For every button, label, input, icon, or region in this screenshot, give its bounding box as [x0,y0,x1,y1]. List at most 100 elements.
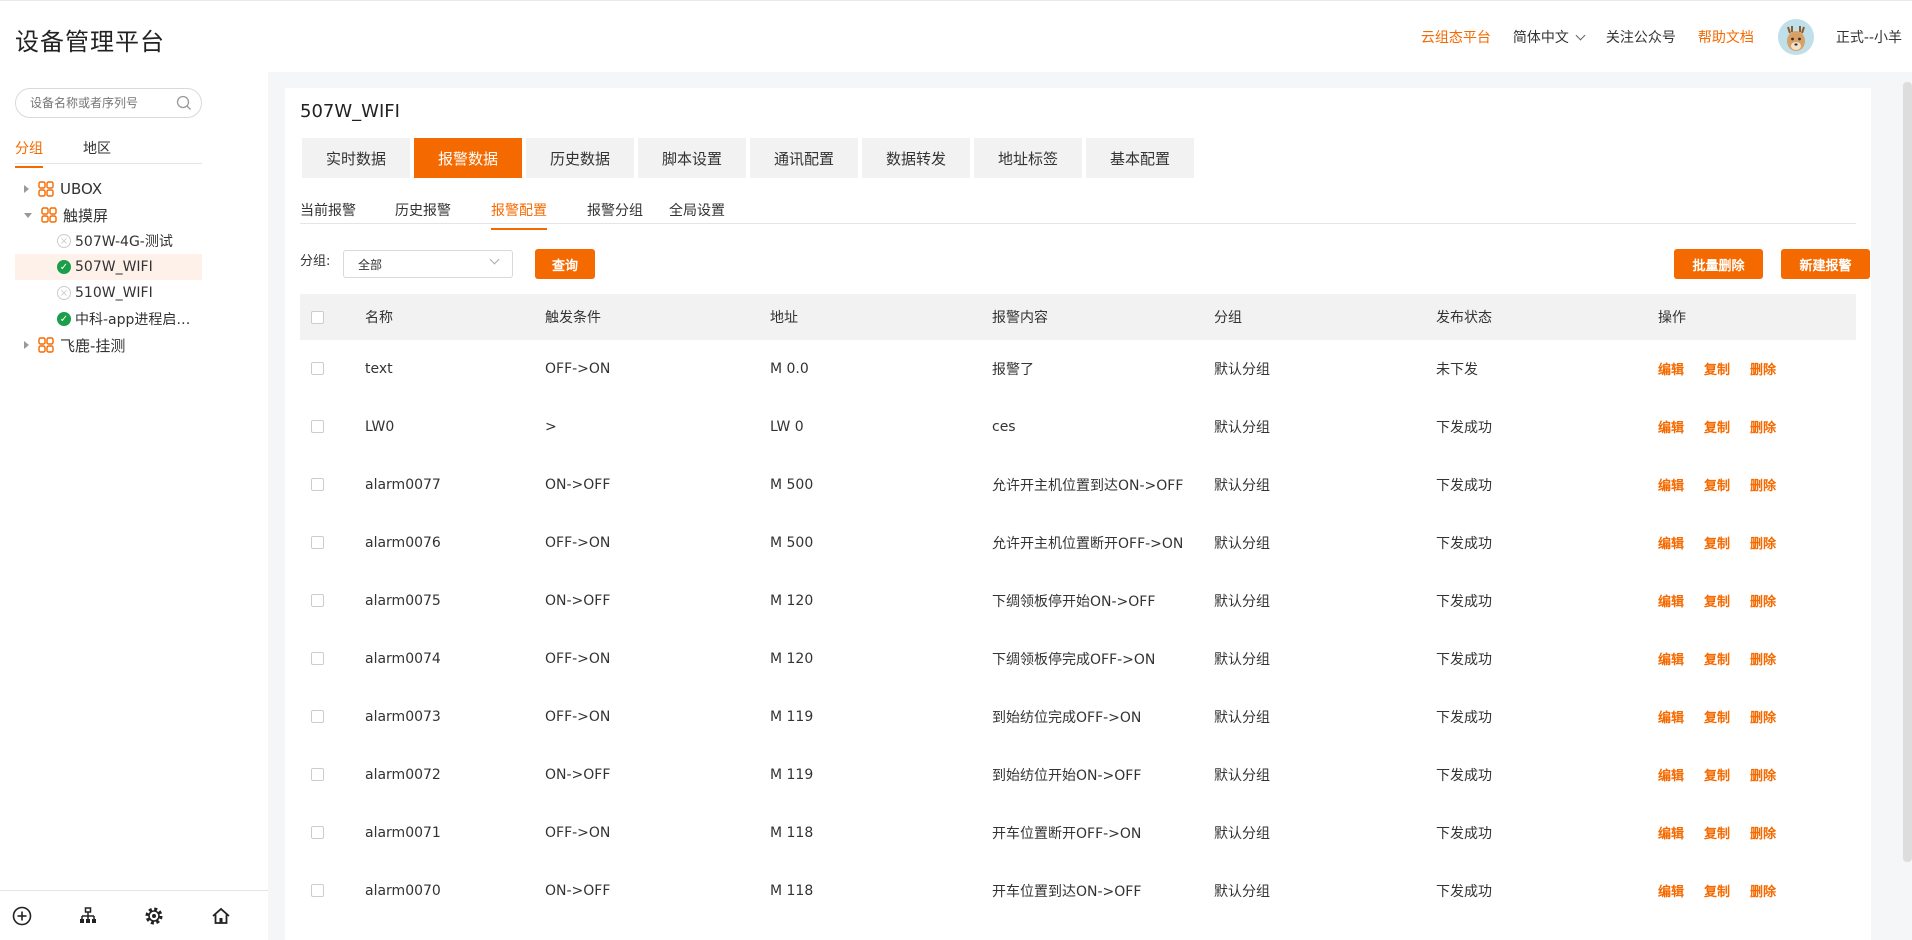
cell-name: alarm0074 [365,650,441,667]
expand-arrow-icon[interactable] [24,185,29,193]
delete-link[interactable]: 删除 [1750,649,1776,668]
cell-content: 开车位置到达ON->OFF [992,883,1142,900]
tab-comm-config[interactable]: 通讯配置 [750,138,858,178]
edit-link[interactable]: 编辑 [1658,823,1684,842]
cell-address: M 500 [770,534,814,551]
edit-link[interactable]: 编辑 [1658,591,1684,610]
cell-name: alarm0077 [365,476,441,493]
copy-link[interactable]: 复制 [1704,765,1730,784]
tab-script-settings[interactable]: 脚本设置 [638,138,746,178]
tree-device-zhongke-app[interactable]: ✓ 中科-app进程启… [15,306,202,332]
col-name: 名称 [365,310,393,326]
copy-link[interactable]: 复制 [1704,881,1730,900]
delete-link[interactable]: 删除 [1750,823,1776,842]
row-checkbox[interactable] [311,536,324,549]
row-checkbox[interactable] [311,710,324,723]
tab-history-data[interactable]: 历史数据 [526,138,634,178]
cell-trigger: OFF->ON [545,708,611,725]
group-filter-select[interactable]: 全部 [343,250,513,278]
copy-link[interactable]: 复制 [1704,359,1730,378]
edit-link[interactable]: 编辑 [1658,881,1684,900]
edit-link[interactable]: 编辑 [1658,765,1684,784]
home-icon[interactable] [210,905,232,927]
subtab-current-alarm[interactable]: 当前报警 [300,200,356,220]
delete-link[interactable]: 删除 [1750,475,1776,494]
tree-group-feilu[interactable]: 飞鹿-挂测 [15,332,202,358]
follow-account-link[interactable]: 关注公众号 [1606,27,1676,47]
tab-basic-config[interactable]: 基本配置 [1086,138,1194,178]
row-checkbox[interactable] [311,652,324,665]
cell-status: 下发成功 [1436,883,1492,900]
avatar[interactable] [1777,19,1814,55]
search-input[interactable] [30,96,170,110]
subtab-history-alarm[interactable]: 历史报警 [395,200,451,220]
table-row: LW0 > LW 0 ces 默认分组 下发成功 编辑 复制 删除 [300,398,1856,456]
page-scrollbar[interactable] [1903,82,1912,862]
subtab-alarm-config[interactable]: 报警配置 [491,200,547,230]
tab-realtime-data[interactable]: 实时数据 [302,138,410,178]
delete-link[interactable]: 删除 [1750,707,1776,726]
copy-link[interactable]: 复制 [1704,475,1730,494]
main-tabs: 实时数据 报警数据 历史数据 脚本设置 通讯配置 数据转发 地址标签 基本配置 [302,138,1198,178]
tab-data-forward[interactable]: 数据转发 [862,138,970,178]
row-checkbox[interactable] [311,594,324,607]
cell-status: 下发成功 [1436,477,1492,494]
tab-alarm-data[interactable]: 报警数据 [414,138,522,178]
delete-link[interactable]: 删除 [1750,765,1776,784]
copy-link[interactable]: 复制 [1704,533,1730,552]
add-circle-icon[interactable] [11,905,33,927]
query-button[interactable]: 查询 [535,249,595,279]
edit-link[interactable]: 编辑 [1658,359,1684,378]
user-name[interactable]: 正式--小羊 [1836,27,1902,47]
settings-gear-icon[interactable] [143,905,165,927]
tree-group-touchscreen[interactable]: 触摸屏 [15,202,202,228]
org-tree-icon[interactable] [77,905,99,927]
collapse-arrow-icon[interactable] [24,212,32,218]
subtab-alarm-group[interactable]: 报警分组 [587,200,643,220]
cell-status: 下发成功 [1436,651,1492,668]
copy-link[interactable]: 复制 [1704,417,1730,436]
row-checkbox[interactable] [311,884,324,897]
copy-link[interactable]: 复制 [1704,823,1730,842]
subtab-global-settings[interactable]: 全局设置 [669,200,725,220]
tree-device-507w-4g[interactable]: × 507W-4G-测试 [15,228,202,254]
tab-address-tags[interactable]: 地址标签 [974,138,1082,178]
copy-link[interactable]: 复制 [1704,707,1730,726]
delete-link[interactable]: 删除 [1750,359,1776,378]
delete-link[interactable]: 删除 [1750,533,1776,552]
row-checkbox[interactable] [311,420,324,433]
batch-delete-button[interactable]: 批量删除 [1674,249,1763,279]
cloud-platform-link[interactable]: 云组态平台 [1421,27,1491,47]
tree-group-ubox[interactable]: UBOX [15,176,202,202]
table-header: 名称 触发条件 地址 报警内容 分组 发布状态 操作 [300,294,1856,340]
sidebar: 分组 地区 UBOX 触摸屏 × 507W-4G-测试 [0,72,268,940]
tab-group[interactable]: 分组 [15,138,43,168]
edit-link[interactable]: 编辑 [1658,417,1684,436]
help-docs-link[interactable]: 帮助文档 [1698,27,1754,47]
expand-arrow-icon[interactable] [24,341,29,349]
delete-link[interactable]: 删除 [1750,417,1776,436]
select-all-checkbox[interactable] [311,310,324,324]
search-icon[interactable] [176,95,192,111]
row-checkbox[interactable] [311,826,324,839]
copy-link[interactable]: 复制 [1704,649,1730,668]
row-checkbox[interactable] [311,768,324,781]
tab-region[interactable]: 地区 [83,138,111,158]
new-alarm-button[interactable]: 新建报警 [1781,249,1870,279]
language-select[interactable]: 简体中文 [1513,27,1586,47]
tree-device-510w-wifi[interactable]: × 510W_WIFI [15,280,202,306]
row-checkbox[interactable] [311,362,324,375]
device-search[interactable] [15,88,202,118]
edit-link[interactable]: 编辑 [1658,649,1684,668]
copy-link[interactable]: 复制 [1704,591,1730,610]
cell-name: LW0 [365,418,395,435]
delete-link[interactable]: 删除 [1750,881,1776,900]
tree-device-507w-wifi[interactable]: ✓ 507W_WIFI [15,254,202,280]
cell-content: 报警了 [992,361,1034,378]
delete-link[interactable]: 删除 [1750,591,1776,610]
edit-link[interactable]: 编辑 [1658,475,1684,494]
edit-link[interactable]: 编辑 [1658,533,1684,552]
row-checkbox[interactable] [311,478,324,491]
cell-name: alarm0076 [365,534,441,551]
edit-link[interactable]: 编辑 [1658,707,1684,726]
